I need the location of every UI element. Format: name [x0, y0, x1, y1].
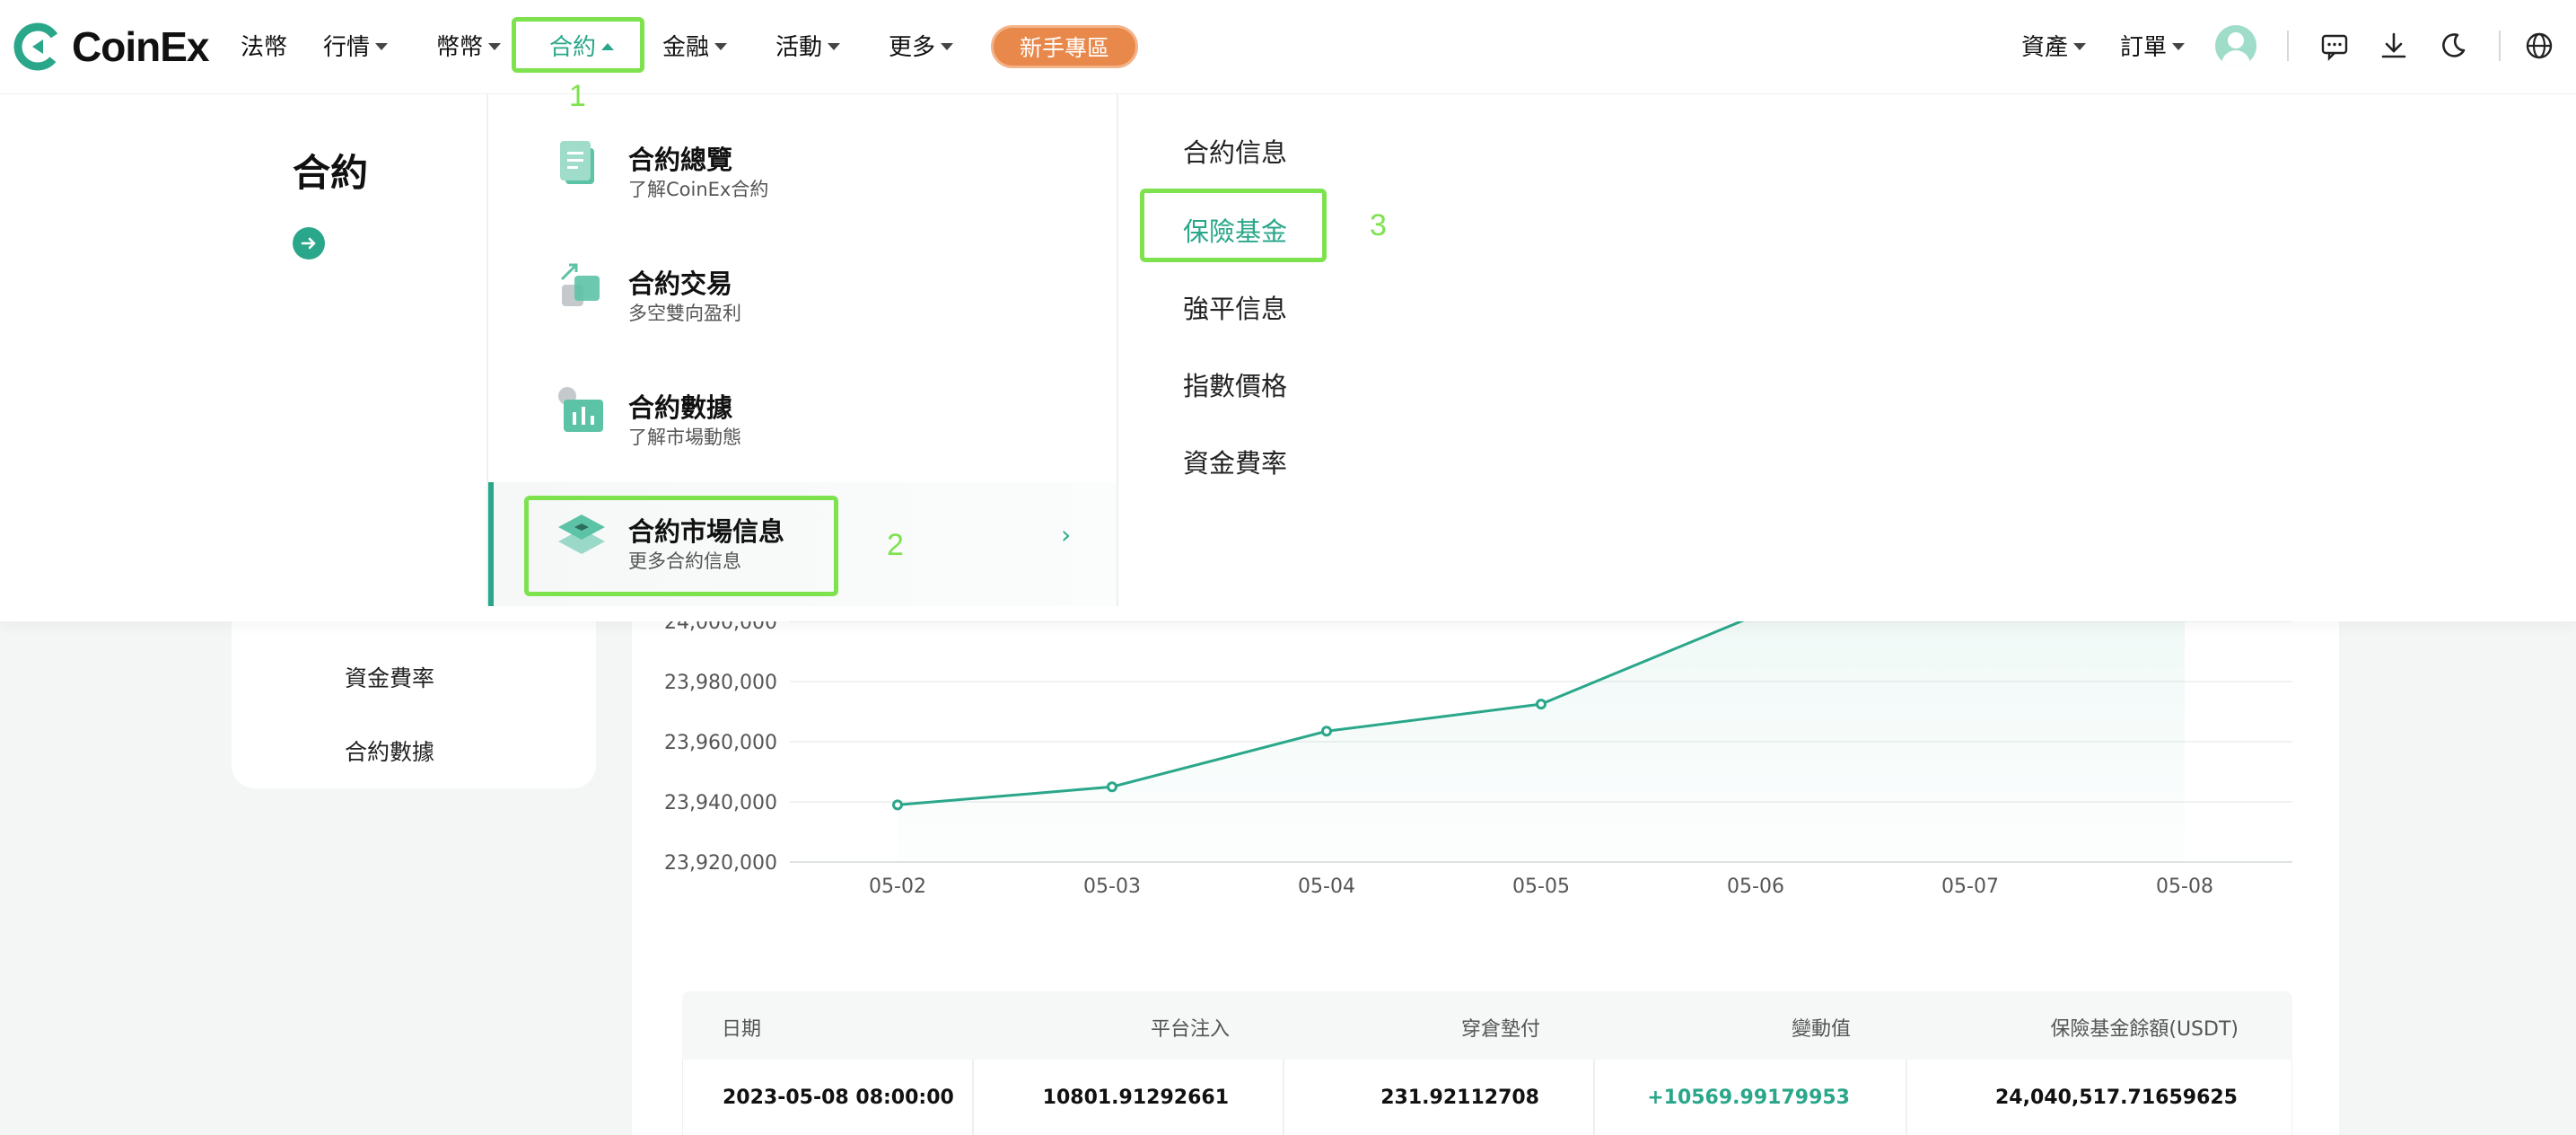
- nav-finance[interactable]: 金融: [662, 29, 728, 62]
- coinex-logo-icon: [13, 22, 62, 71]
- x-tick-label: 05-08: [2156, 875, 2213, 898]
- sub-link-contract-info[interactable]: 合約信息: [1183, 132, 1287, 170]
- user-avatar[interactable]: [2215, 25, 2256, 66]
- nav-assets[interactable]: 資產: [2021, 29, 2087, 62]
- menu-entry-subtitle: 更多合約信息: [628, 550, 741, 572]
- logo-text: CoinEx: [72, 23, 209, 70]
- top-navbar: CoinEx 法幣 行情 幣幣 合約 金融 活動 更多 新手專區 資產 訂單: [0, 0, 2576, 93]
- nav-orders[interactable]: 訂單: [2120, 29, 2186, 62]
- menu-entry-subtitle: 多空雙向盈利: [628, 303, 741, 324]
- nav-futures[interactable]: 合約: [549, 29, 615, 62]
- futures-mega-menu: 合約 合約總覽 了解CoinEx合約 合約交易 多空雙向盈利 合約數據 了解市場: [0, 93, 2576, 621]
- menu-entry-futures-market-info[interactable]: 合約市場信息 更多合約信息 ›: [488, 482, 1117, 606]
- x-tick-label: 05-07: [1941, 875, 1999, 898]
- x-tick-label: 05-06: [1727, 875, 1784, 898]
- sub-link-index-price[interactable]: 指數價格: [1183, 365, 1287, 403]
- chart-data-point[interactable]: [1321, 726, 1332, 737]
- menu-entry-title: 合約市場信息: [628, 516, 785, 547]
- y-tick-label: 23,940,000: [664, 792, 777, 814]
- download-icon[interactable]: [2379, 31, 2409, 61]
- beginner-zone-button[interactable]: 新手專區: [991, 25, 1138, 68]
- divider: [2287, 31, 2289, 61]
- chevron-up-icon: [601, 42, 615, 50]
- chevron-down-icon: [941, 42, 954, 50]
- menu-entry-title: 合約數據: [628, 392, 733, 423]
- mega-menu-title: 合約: [293, 151, 369, 195]
- divider: [2499, 31, 2501, 61]
- y-tick-label: 23,920,000: [664, 852, 777, 875]
- trade-icon: [560, 263, 600, 306]
- menu-entry-title: 合約交易: [628, 268, 733, 299]
- nav-orders-label: 訂單: [2120, 34, 2168, 61]
- menu-entry-subtitle: 了解CoinEx合約: [628, 179, 769, 200]
- x-tick-label: 05-04: [1298, 875, 1355, 898]
- menu-entry-title: 合約總覽: [628, 145, 733, 175]
- chevron-down-icon: [488, 42, 502, 50]
- moon-icon[interactable]: [2438, 31, 2468, 61]
- chevron-down-icon: [828, 42, 841, 50]
- nav-spot[interactable]: 幣幣: [436, 29, 502, 62]
- menu-entry-futures-trading[interactable]: 合約交易 多空雙向盈利: [488, 218, 1117, 342]
- annotation-number-1: 1: [569, 79, 586, 113]
- annotation-number-2: 2: [887, 528, 904, 562]
- chart-data-point[interactable]: [892, 799, 903, 811]
- menu-entry-futures-data[interactable]: 合約數據 了解市場動態: [488, 342, 1117, 466]
- nav-assets-label: 資產: [2021, 34, 2069, 61]
- nav-markets[interactable]: 行情: [323, 29, 389, 62]
- arrow-right-icon[interactable]: [293, 227, 325, 260]
- nav-spot-label: 幣幣: [436, 34, 484, 61]
- x-tick-label: 05-02: [869, 875, 926, 898]
- nav-finance-label: 金融: [662, 34, 710, 61]
- chevron-down-icon: [375, 42, 389, 50]
- chevron-down-icon: [2073, 42, 2087, 50]
- nav-fiat[interactable]: 法幣: [241, 29, 287, 62]
- chart-data-point[interactable]: [1107, 781, 1117, 793]
- chat-icon[interactable]: [2319, 31, 2350, 61]
- document-icon: [560, 141, 594, 184]
- column-divider: [1117, 94, 1118, 606]
- nav-activities[interactable]: 活動: [775, 29, 841, 62]
- chevron-right-icon: ›: [1061, 520, 1072, 550]
- sub-link-insurance-fund[interactable]: 保險基金: [1183, 211, 1287, 249]
- layers-icon: [558, 515, 605, 554]
- y-tick-label: 23,960,000: [664, 732, 777, 754]
- chevron-down-icon: [714, 42, 728, 50]
- coinex-logo[interactable]: CoinEx: [13, 22, 209, 72]
- chevron-down-icon: [2172, 42, 2186, 50]
- y-tick-label: 23,980,000: [664, 672, 777, 694]
- sub-link-liquidation-info[interactable]: 強平信息: [1183, 288, 1287, 326]
- chart-data-point[interactable]: [1536, 699, 1546, 710]
- sub-link-funding-rate[interactable]: 資金費率: [1183, 443, 1287, 480]
- globe-icon[interactable]: [2524, 31, 2554, 61]
- bar-chart-icon: [558, 387, 603, 432]
- x-tick-label: 05-03: [1083, 875, 1141, 898]
- annotation-number-3: 3: [1370, 208, 1387, 242]
- x-tick-label: 05-05: [1512, 875, 1570, 898]
- nav-more-label: 更多: [889, 34, 936, 61]
- nav-more[interactable]: 更多: [889, 29, 954, 62]
- nav-futures-label: 合約: [549, 34, 597, 61]
- nav-activities-label: 活動: [775, 34, 823, 61]
- menu-entry-subtitle: 了解市場動態: [628, 427, 741, 448]
- nav-fiat-label: 法幣: [241, 34, 288, 61]
- nav-markets-label: 行情: [323, 34, 371, 61]
